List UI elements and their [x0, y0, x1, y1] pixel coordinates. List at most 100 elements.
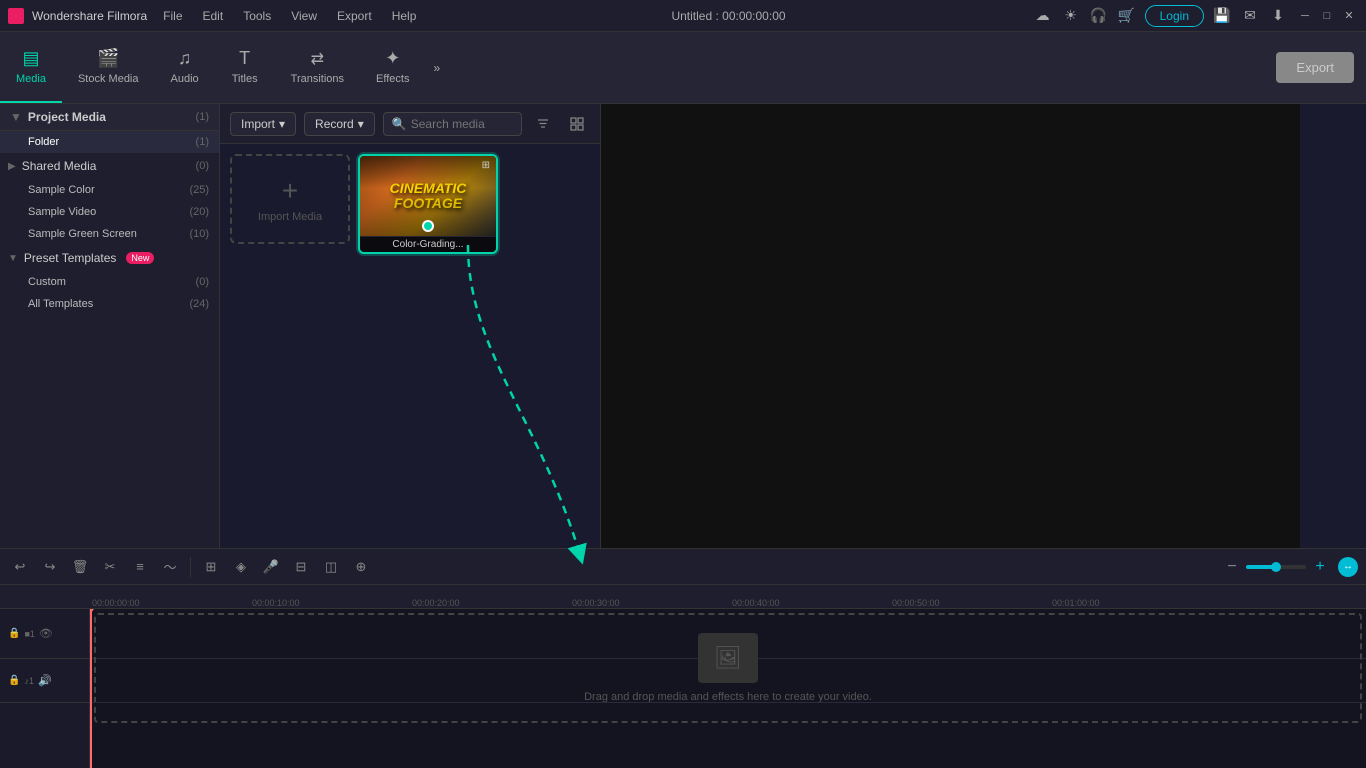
playhead[interactable]	[90, 609, 92, 768]
ruler-label-6: 00:01:00:00	[1052, 598, 1100, 608]
preset-templates-label: Preset Templates	[24, 251, 117, 265]
delete-button[interactable]: 🗑	[68, 555, 92, 579]
speed-button[interactable]: ◫	[319, 555, 343, 579]
media-item-label: Color-Grading...	[360, 237, 496, 252]
sidebar-item-sample-green-screen[interactable]: Sample Green Screen (10)	[0, 223, 219, 245]
zoom-out-button[interactable]: −	[1222, 557, 1242, 577]
sample-video-count: (20)	[189, 206, 209, 218]
sample-color-count: (25)	[189, 184, 209, 196]
timeline-tracks: 🔒 ■1 👁 🔒 ♪1 🔊 🖼	[0, 609, 1366, 768]
menu-export[interactable]: Export	[329, 7, 380, 25]
record-label: Record	[315, 117, 354, 131]
maximize-button[interactable]: □	[1318, 7, 1336, 25]
snapping-button[interactable]: ⊞	[199, 555, 223, 579]
download-icon[interactable]: ⬇	[1268, 6, 1288, 26]
collapse-icon[interactable]: ▼	[10, 110, 22, 124]
sidebar-item-sample-color[interactable]: Sample Color (25)	[0, 179, 219, 201]
track-name: ■1	[24, 629, 34, 639]
toolbar-stock-media[interactable]: 🎬 Stock Media	[62, 32, 155, 103]
folder-label: Folder	[28, 136, 59, 148]
login-button[interactable]: Login	[1145, 5, 1204, 27]
timeline-ruler: 00:00:00:00 00:00:10:00 00:00:20:00 00:0…	[0, 585, 1366, 609]
zoom-handle	[1271, 562, 1281, 572]
sidebar-item-custom[interactable]: Custom (0)	[0, 271, 219, 293]
toolbar-effects[interactable]: ✦ Effects	[360, 32, 425, 103]
export-button[interactable]: Export	[1276, 52, 1354, 83]
toolbar-media[interactable]: ▤ Media	[0, 32, 62, 103]
preset-templates-left: ▼ Preset Templates New	[8, 251, 154, 265]
track-content: 🖼 Drag and drop media and effects here t…	[90, 609, 1366, 768]
timeline-toolbar: ↩ ↪ 🗑 ✂ ≡ 〜 ⊞ ◈ 🎤 ⊟ ◫ ⊕ − + ↔	[0, 549, 1366, 585]
zoom-in-button[interactable]: +	[1310, 557, 1330, 577]
new-badge: New	[126, 252, 154, 264]
cut-button[interactable]: ✂	[98, 555, 122, 579]
shared-media-label: Shared Media	[22, 159, 97, 173]
toolbar: ▤ Media 🎬 Stock Media ♫ Audio T Titles ⇄…	[0, 32, 1366, 104]
toolbar-audio[interactable]: ♫ Audio	[155, 32, 215, 103]
sidebar-item-folder[interactable]: Folder (1)	[0, 131, 219, 153]
filter-button[interactable]	[530, 111, 556, 137]
toolbar-titles[interactable]: T Titles	[215, 32, 275, 103]
all-templates-label: All Templates	[28, 298, 93, 310]
ruler-mark-1: 00:00:10:00	[250, 598, 410, 608]
cloud-icon[interactable]: ☁	[1033, 6, 1053, 26]
audio-settings-button[interactable]: ≡	[128, 555, 152, 579]
menu-edit[interactable]: Edit	[195, 7, 232, 25]
titlebar-right: ☁ ☀ 🎧 🛒 Login 💾 ✉ ⬇ ─ □ ✕	[1033, 5, 1358, 27]
sidebar-item-all-templates[interactable]: All Templates (24)	[0, 293, 219, 315]
message-icon[interactable]: ✉	[1240, 6, 1260, 26]
sun-icon[interactable]: ☀	[1061, 6, 1081, 26]
audio-track-name: ♪1	[24, 676, 34, 686]
toolbar-transitions[interactable]: ⇄ Transitions	[275, 32, 360, 103]
sidebar-item-sample-video[interactable]: Sample Video (20)	[0, 201, 219, 223]
search-box: 🔍	[383, 112, 522, 136]
ruler-mark-0: 00:00:00:00	[90, 598, 250, 608]
menu-tools[interactable]: Tools	[235, 7, 279, 25]
menu-view[interactable]: View	[283, 7, 325, 25]
ruler-label-5: 00:00:50:00	[892, 598, 940, 608]
ruler-mark-6: 00:01:00:00	[1050, 598, 1210, 608]
volume-icon[interactable]: 🔊	[38, 674, 52, 687]
more-icon: »	[433, 61, 440, 75]
minimize-button[interactable]: ─	[1296, 7, 1314, 25]
lock-icon[interactable]: 🔒	[8, 628, 20, 639]
ruler-label-4: 00:00:40:00	[732, 598, 780, 608]
mic-button[interactable]: 🎤	[259, 555, 283, 579]
timeline: ↩ ↪ 🗑 ✂ ≡ 〜 ⊞ ◈ 🎤 ⊟ ◫ ⊕ − + ↔ 00:00:00:0…	[0, 548, 1366, 768]
close-button[interactable]: ✕	[1340, 7, 1358, 25]
waveform-button[interactable]: 〜	[158, 555, 182, 579]
fit-timeline-button[interactable]: ↔	[1338, 557, 1358, 577]
sidebar-section-preset-templates[interactable]: ▼ Preset Templates New	[0, 245, 219, 271]
import-dropdown[interactable]: Import ▾	[230, 112, 296, 136]
sequence-button[interactable]: ⊟	[289, 555, 313, 579]
undo-button[interactable]: ↩	[8, 555, 32, 579]
media-item-color-grading[interactable]: CINEMATICFOOTAGE ⊞ Color-Grading...	[358, 154, 498, 254]
audio-icon: ♫	[178, 48, 192, 69]
search-input[interactable]	[411, 117, 513, 131]
effects-icon: ✦	[385, 48, 400, 69]
menu-file[interactable]: File	[155, 7, 190, 25]
record-dropdown[interactable]: Record ▾	[304, 112, 375, 136]
marker-button[interactable]: ◈	[229, 555, 253, 579]
stock-media-icon: 🎬	[97, 48, 119, 69]
layer-button[interactable]: ⊕	[349, 555, 373, 579]
menu-help[interactable]: Help	[384, 7, 425, 25]
ruler-marks: 00:00:00:00 00:00:10:00 00:00:20:00 00:0…	[90, 585, 1366, 608]
track-labels: 🔒 ■1 👁 🔒 ♪1 🔊	[0, 609, 90, 768]
zoom-slider[interactable]	[1246, 565, 1306, 569]
headphone-icon[interactable]: 🎧	[1089, 6, 1109, 26]
eye-icon[interactable]: 👁	[39, 627, 53, 640]
window-controls: ─ □ ✕	[1296, 7, 1358, 25]
project-media-header: ▼ Project Media	[10, 110, 106, 124]
sidebar-section-shared-media[interactable]: ▶ Shared Media (0)	[0, 153, 219, 179]
grid-view-button[interactable]	[564, 111, 590, 137]
sample-color-label: Sample Color	[28, 184, 95, 196]
import-media-button[interactable]: + Import Media	[230, 154, 350, 244]
redo-button[interactable]: ↪	[38, 555, 62, 579]
save-icon[interactable]: 💾	[1212, 6, 1232, 26]
ruler-label-2: 00:00:20:00	[412, 598, 460, 608]
cart-icon[interactable]: 🛒	[1117, 6, 1137, 26]
toolbar-more-button[interactable]: »	[425, 32, 448, 103]
lock-icon-2[interactable]: 🔒	[8, 675, 20, 686]
shared-media-left: ▶ Shared Media	[8, 159, 96, 173]
